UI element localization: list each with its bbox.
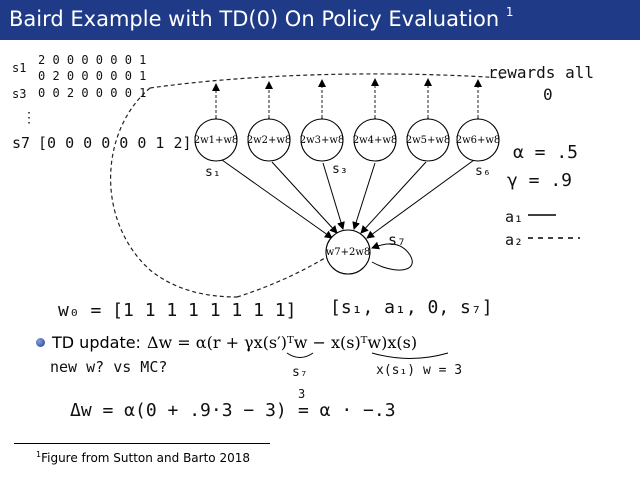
node-2-label: 2w2+w8 bbox=[247, 135, 292, 146]
dashed-arrows bbox=[212, 78, 482, 125]
node-6: 2w6+w8 bbox=[456, 118, 501, 162]
alpha-value: α = .5 bbox=[513, 142, 578, 163]
delta-w-result: = α · −.3 bbox=[298, 400, 396, 421]
rewards-line2: 0 bbox=[543, 85, 553, 104]
bullet-icon bbox=[36, 338, 45, 347]
node-2: 2w2+w8 bbox=[247, 118, 292, 162]
node-7-state-label: s₇ bbox=[388, 231, 406, 249]
footnote: 1Figure from Sutton and Barto 2018 bbox=[36, 450, 250, 465]
node-1: 2w1+w8 bbox=[194, 118, 239, 162]
node-3-state-label: s₃ bbox=[332, 162, 348, 177]
rewards-line1: rewards all bbox=[488, 63, 594, 82]
node-6-state-label: s₆ bbox=[475, 164, 491, 179]
s7-feature-label: s7 bbox=[12, 134, 30, 152]
td-update-label: TD update: bbox=[52, 333, 141, 352]
new-w-question: new w? vs MC? bbox=[50, 358, 167, 376]
xs-under-brace-label: x(s₁) w = 3 bbox=[376, 363, 462, 378]
node-7-label: w7+2w8 bbox=[326, 247, 371, 258]
node-3: 2w3+w8 bbox=[300, 118, 345, 162]
s1-feature-row2: 0 2 0 0 0 0 0 1 bbox=[38, 69, 146, 83]
td-update-bullet: TD update: Δw = α(r + γx(s′)ᵀw − x(s)ᵀw)x… bbox=[52, 333, 417, 352]
under-brace-right bbox=[371, 352, 449, 359]
dots-vertical: ⋮ bbox=[22, 110, 36, 126]
node-4-label: 2w4+w8 bbox=[353, 135, 398, 146]
node-1-label: 2w1+w8 bbox=[194, 135, 239, 146]
s3-feature-row: 0 0 2 0 0 0 0 1 bbox=[38, 86, 146, 100]
node-6-label: 2w6+w8 bbox=[456, 135, 501, 146]
s7-under-brace-label: s₇ bbox=[292, 365, 308, 380]
s3-feature-label: s3 bbox=[12, 87, 26, 101]
w0-vector: w₀ = [1 1 1 1 1 1 1 1] bbox=[58, 300, 296, 321]
node-7: w7+2w8 bbox=[325, 229, 371, 275]
td-update-equation: Δw = α(r + γx(s′)ᵀw − x(s)ᵀw)x(s) bbox=[146, 333, 418, 352]
solid-arrows bbox=[221, 159, 475, 239]
gamma-value: γ = .9 bbox=[507, 170, 572, 191]
delta-w-calc: Δw = α(0 + .9·3 − 3) bbox=[70, 400, 287, 421]
footnote-text: Figure from Sutton and Barto 2018 bbox=[41, 451, 250, 465]
a1-legend-label: a₁ bbox=[505, 208, 523, 226]
footnote-rule bbox=[14, 443, 270, 444]
a2-legend-label: a₂ bbox=[505, 231, 523, 249]
s1-feature-label: s1 bbox=[12, 61, 26, 75]
transition-tuple: [s₁, a₁, 0, s₇] bbox=[330, 297, 493, 318]
node-4: 2w4+w8 bbox=[353, 118, 398, 162]
baird-diagram: 2w1+w8 2w2+w8 2w3+w8 2w4+w8 2w5+w8 2w6+w… bbox=[12, 53, 594, 421]
s7-feature-row: [0 0 0 0 0 0 1 2] bbox=[38, 134, 192, 152]
node-5-label: 2w5+w8 bbox=[406, 135, 451, 146]
node-1-state-label: s₁ bbox=[205, 165, 221, 180]
s1-feature-row1: 2 0 0 0 0 0 0 1 bbox=[38, 53, 146, 67]
dashed-boundary bbox=[110, 73, 504, 298]
three-small: 3 bbox=[298, 387, 305, 401]
under-brace-left bbox=[286, 352, 314, 358]
node-5: 2w5+w8 bbox=[406, 118, 451, 162]
node-3-label: 2w3+w8 bbox=[300, 135, 345, 146]
